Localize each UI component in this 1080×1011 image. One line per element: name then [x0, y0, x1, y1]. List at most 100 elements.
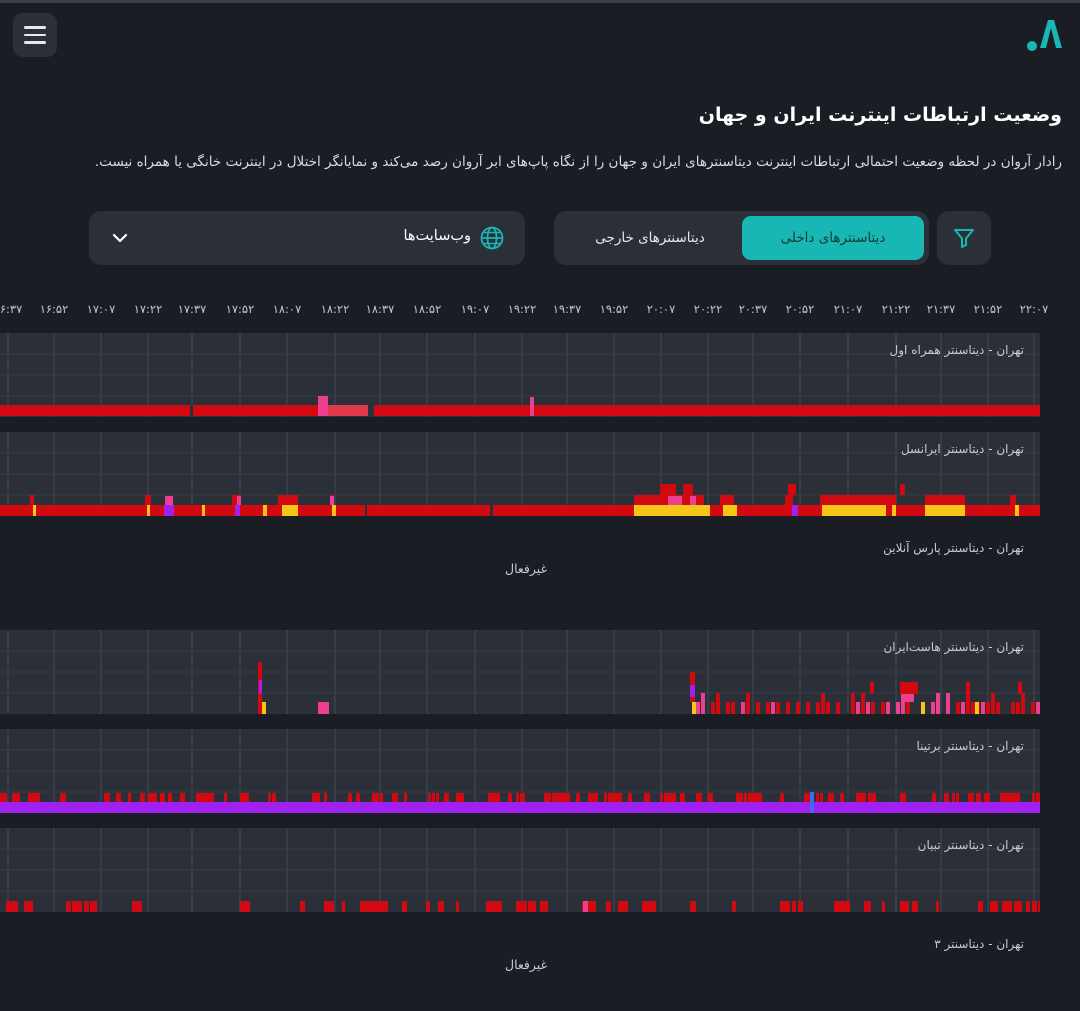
spike-bar: [616, 793, 622, 802]
status-bar: [871, 702, 875, 714]
status-timeline: [0, 333, 1040, 417]
status-bar: [826, 702, 830, 714]
spike-bar: [672, 793, 676, 802]
status-bar: [330, 901, 334, 912]
spike-bar: [900, 682, 918, 694]
spike-bar: [160, 793, 165, 802]
datacenter-panel-tebyan: تهران - دیتاسنتر تبیان: [0, 828, 1040, 912]
inactive-status: غیرفعال: [505, 957, 548, 972]
dropdown-label: وب‌سایت‌ها: [403, 228, 471, 244]
spike-bar: [380, 793, 383, 802]
spike-bar: [1000, 793, 1004, 802]
datacenter-panel-bertina: تهران - دیتاسنتر برتینا: [0, 729, 1040, 813]
hamburger-menu-icon: [24, 26, 46, 29]
time-tick-label: ۱۷:۵۲: [225, 302, 255, 316]
tab-domestic-datacenters[interactable]: دیتاسنترهای داخلی: [742, 216, 924, 260]
spike-bar: [318, 396, 328, 416]
spike-bar: [520, 793, 525, 802]
status-bar: [726, 702, 730, 714]
status-bar: [846, 901, 850, 912]
inactive-status: غیرفعال: [505, 561, 548, 576]
spike-bar: [925, 495, 965, 505]
spike-bar: [696, 793, 702, 802]
status-bar: [84, 901, 89, 912]
status-bar: [780, 901, 790, 912]
spike-bar: [683, 484, 693, 495]
spike-bar: [4, 793, 7, 802]
time-tick-label: ۲۲:۰۷: [1019, 302, 1049, 316]
spike-bar: [932, 793, 936, 802]
spike-bar: [900, 484, 905, 495]
status-bar: [132, 901, 142, 912]
panel-label: تهران - دیتاسنتر ایرانسل: [900, 442, 1024, 456]
time-tick-label: ۱۹:۳۷: [552, 302, 582, 316]
page-title: وضعیت ارتباطات اینترنت ایران و جهان: [698, 104, 1062, 126]
spike-bar: [60, 793, 66, 802]
spike-bar: [16, 793, 20, 802]
spike-bar: [128, 793, 131, 802]
spike-bar: [152, 793, 157, 802]
status-bar: [262, 702, 266, 714]
globe-icon: [480, 226, 504, 250]
spike-bar: [740, 793, 743, 802]
spike-bar: [564, 793, 570, 802]
status-bar: [741, 702, 745, 714]
panel-label: تهران - دیتاسنتر برتینا: [916, 739, 1025, 753]
status-bar: [978, 901, 983, 912]
status-bar: [882, 901, 885, 912]
spike-bar: [488, 793, 492, 802]
spike-bar: [746, 693, 750, 714]
datacenter-panel-hamrah-aval: تهران - دیتاسنتر همراه اول: [0, 333, 1040, 417]
spike-bar: [628, 793, 632, 802]
spike-bar: [428, 793, 431, 802]
status-bar: [1011, 702, 1015, 714]
status-bar: [1036, 702, 1040, 714]
spike-bar: [816, 793, 819, 802]
status-bar: [1002, 901, 1012, 912]
time-tick-label: ۱۷:۳۷: [177, 302, 207, 316]
spike-bar: [324, 793, 327, 802]
spike-bar: [690, 496, 696, 505]
spike-bar: [1021, 693, 1025, 714]
status-bar: [66, 901, 71, 912]
hamburger-menu-button[interactable]: [13, 13, 57, 57]
spike-bar: [196, 793, 200, 802]
time-tick-label: ۱۷:۲۲: [133, 302, 163, 316]
spike-bar: [860, 793, 866, 802]
tab-foreign-datacenters[interactable]: دیتاسنترهای خارجی: [560, 216, 740, 260]
time-tick-label: ۱۹:۲۲: [507, 302, 537, 316]
spike-bar: [1032, 793, 1035, 802]
status-bar: [786, 702, 790, 714]
spike-bar: [460, 793, 464, 802]
time-tick-label: ۲۱:۵۲: [973, 302, 1003, 316]
gap-bar: [190, 405, 193, 416]
arvan-logo-icon[interactable]: [1024, 14, 1064, 54]
spike-bar: [1018, 682, 1022, 694]
spike-bar: [278, 495, 298, 505]
status-bar: [522, 901, 527, 912]
status-bar: [332, 505, 336, 516]
spike-bar: [744, 793, 747, 802]
status-bar: [282, 505, 298, 516]
spike-bar: [165, 496, 173, 505]
spike-bar: [604, 793, 607, 802]
spike-bar: [902, 694, 914, 702]
status-bar: [776, 702, 780, 714]
spike-bar: [28, 793, 32, 802]
time-tick-label: ۲۰:۵۲: [785, 302, 815, 316]
status-bar: [486, 901, 492, 912]
filter-button[interactable]: [937, 211, 991, 265]
spike-bar: [1036, 793, 1040, 802]
status-bar: [342, 901, 345, 912]
status-bar: [492, 901, 498, 912]
status-bar: [840, 901, 846, 912]
spike-bar: [1004, 793, 1008, 802]
status-bar: [263, 505, 267, 516]
spike-bar: [936, 693, 940, 714]
spike-bar: [701, 693, 705, 714]
datacenter-panel-pars-online: تهران - دیتاسنتر پارس آنلاین غیرفعال: [0, 531, 1040, 615]
status-bar: [318, 702, 329, 714]
websites-dropdown[interactable]: وب‌سایت‌ها: [89, 211, 525, 265]
status-bar: [300, 901, 305, 912]
time-tick-label: ۱۸:۳۷: [365, 302, 395, 316]
